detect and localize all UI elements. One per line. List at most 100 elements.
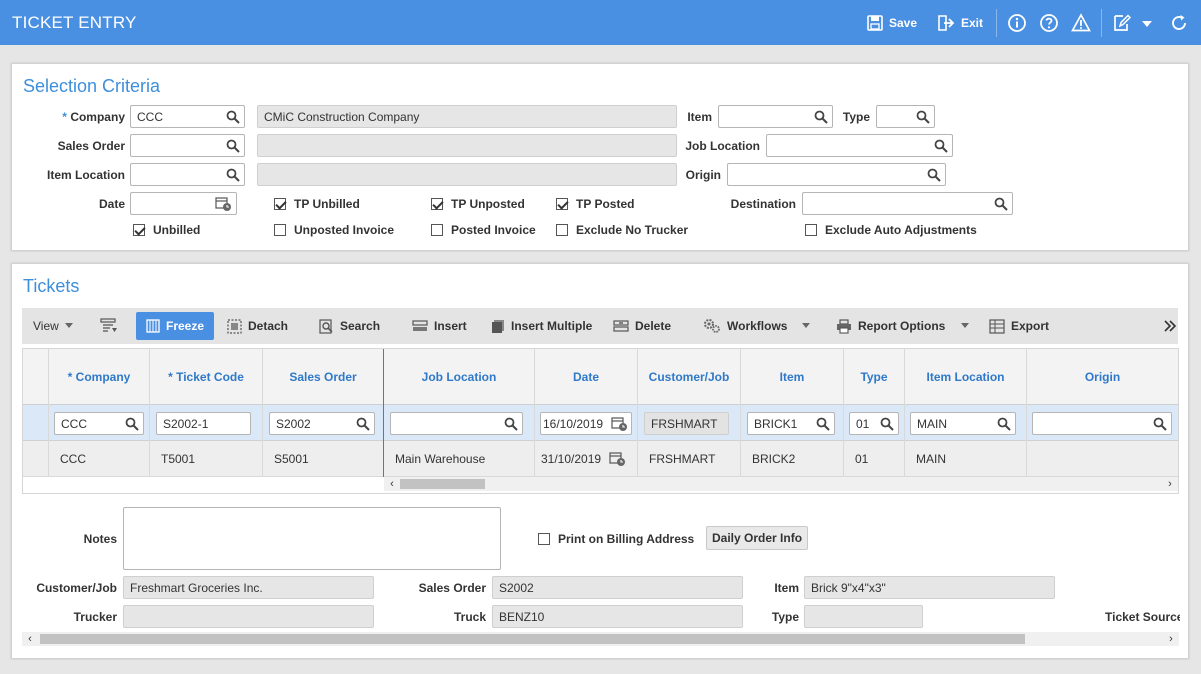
table-row[interactable]: CCC S2002-1 S2002 16/10/2019 FRSHMART BR… — [23, 405, 1178, 441]
view-menu[interactable]: View — [33, 317, 80, 335]
freeze-icon — [146, 319, 160, 333]
job-location-cell-input[interactable] — [390, 412, 523, 435]
unposted-invoice-checkbox[interactable]: Unposted Invoice — [274, 223, 394, 237]
calendar-icon[interactable] — [611, 416, 628, 432]
scroll-left-arrow-icon[interactable]: ‹ — [386, 477, 398, 491]
destination-input[interactable] — [802, 192, 1013, 215]
item-label: Item — [687, 110, 712, 124]
detail-type-field — [804, 605, 923, 628]
row-selector[interactable] — [23, 441, 49, 477]
workflows-menu[interactable]: Workflows — [703, 317, 817, 335]
selection-criteria-title: Selection Criteria — [23, 76, 161, 96]
posted-invoice-checkbox[interactable]: Posted Invoice — [431, 223, 536, 237]
trucker-field — [123, 605, 374, 628]
type-label: Type — [842, 110, 870, 124]
item-input[interactable] — [718, 105, 833, 128]
grid-horizontal-scrollbar[interactable]: ‹ › — [384, 477, 1178, 491]
column-header-item[interactable]: Item — [741, 349, 844, 405]
column-header-date[interactable]: Date — [535, 349, 638, 405]
edit-icon[interactable] — [1112, 13, 1132, 33]
column-header-customer-job[interactable]: Customer/Job — [638, 349, 741, 405]
save-button[interactable]: Save — [867, 13, 917, 33]
print-on-billing-address-checkbox[interactable]: Print on Billing Address — [538, 532, 694, 546]
search-icon[interactable] — [356, 417, 370, 431]
column-header-company[interactable]: * Company — [49, 349, 150, 405]
job-location-input[interactable] — [766, 134, 953, 157]
company-cell-input[interactable]: CCC — [54, 412, 144, 435]
export-button[interactable]: Export — [989, 317, 1049, 335]
info-icon[interactable] — [1007, 13, 1027, 33]
row-selector[interactable] — [23, 405, 49, 441]
search-icon[interactable] — [997, 417, 1011, 431]
sales-order-cell-input[interactable]: S2002 — [269, 412, 375, 435]
search-icon[interactable] — [226, 110, 240, 124]
row-selector-header — [23, 349, 49, 405]
help-icon[interactable] — [1039, 13, 1059, 33]
scrollbar-thumb[interactable] — [40, 634, 1025, 644]
search-button[interactable]: Search — [319, 317, 380, 335]
notes-textarea[interactable] — [123, 507, 501, 570]
search-icon[interactable] — [814, 110, 828, 124]
search-icon[interactable] — [880, 417, 894, 431]
scrollbar-thumb[interactable] — [400, 479, 485, 489]
column-header-job-location[interactable]: Job Location — [384, 349, 535, 405]
search-icon[interactable] — [226, 139, 240, 153]
overflow-chevron-icon[interactable] — [1163, 320, 1177, 332]
column-settings-icon[interactable] — [100, 318, 118, 334]
sales-order-input[interactable] — [130, 134, 245, 157]
exclude-no-trucker-checkbox[interactable]: Exclude No Trucker — [556, 223, 688, 237]
type-cell-input[interactable]: 01 — [849, 412, 899, 435]
date-cell-input[interactable]: 16/10/2019 — [540, 412, 632, 435]
search-icon[interactable] — [816, 417, 830, 431]
exclude-auto-adjustments-checkbox[interactable]: Exclude Auto Adjustments — [805, 223, 977, 237]
freeze-divider — [383, 349, 384, 477]
chevron-down-icon[interactable] — [1140, 13, 1154, 33]
search-icon[interactable] — [1153, 417, 1167, 431]
unbilled-checkbox[interactable]: Unbilled — [133, 223, 200, 237]
search-icon[interactable] — [125, 417, 139, 431]
calendar-icon[interactable] — [215, 196, 232, 212]
scroll-right-arrow-icon[interactable]: › — [1164, 477, 1176, 491]
form-horizontal-scrollbar[interactable]: ‹ › — [22, 632, 1179, 646]
tp-unposted-checkbox[interactable]: TP Unposted — [431, 197, 525, 211]
insert-button[interactable]: Insert — [412, 317, 467, 335]
search-icon[interactable] — [927, 168, 941, 182]
item-location-cell-input[interactable]: MAIN — [910, 412, 1016, 435]
warning-icon[interactable] — [1071, 13, 1091, 33]
search-icon[interactable] — [504, 417, 518, 431]
column-header-type[interactable]: Type — [844, 349, 905, 405]
daily-order-info-button[interactable]: Daily Order Info — [706, 526, 809, 550]
ticket-source-label: Ticket Source — [1105, 610, 1180, 624]
scroll-right-arrow-icon[interactable]: › — [1165, 632, 1177, 646]
origin-cell-input[interactable] — [1032, 412, 1172, 435]
search-icon[interactable] — [916, 110, 930, 124]
ticket-code-cell-input[interactable]: S2002-1 — [156, 412, 251, 435]
cell-sales-order: S5001 — [263, 441, 384, 477]
search-icon[interactable] — [994, 197, 1008, 211]
insert-multiple-button[interactable]: Insert Multiple — [491, 317, 592, 335]
search-icon[interactable] — [934, 139, 948, 153]
tp-unbilled-checkbox[interactable]: TP Unbilled — [274, 197, 360, 211]
column-header-sales-order[interactable]: Sales Order — [263, 349, 384, 405]
column-header-item-location[interactable]: Item Location — [905, 349, 1027, 405]
freeze-button[interactable]: Freeze — [136, 312, 215, 340]
date-input[interactable] — [130, 192, 237, 215]
refresh-icon[interactable] — [1169, 13, 1189, 33]
scroll-left-arrow-icon[interactable]: ‹ — [24, 632, 36, 646]
item-cell-input[interactable]: BRICK1 — [747, 412, 835, 435]
report-options-menu[interactable]: Report Options — [836, 317, 976, 335]
origin-input[interactable] — [727, 163, 946, 186]
column-header-ticket-code[interactable]: * Ticket Code — [150, 349, 263, 405]
item-location-input[interactable] — [130, 163, 245, 186]
company-input[interactable]: CCC — [130, 105, 245, 128]
exit-button[interactable]: Exit — [937, 13, 983, 33]
delete-button[interactable]: Delete — [613, 317, 671, 335]
table-row[interactable]: CCC T5001 S5001 Main Warehouse 31/10/201… — [23, 441, 1178, 477]
search-icon — [319, 318, 333, 334]
type-input[interactable] — [876, 105, 935, 128]
column-header-origin[interactable]: Origin — [1027, 349, 1178, 405]
search-icon[interactable] — [226, 168, 240, 182]
tp-posted-checkbox[interactable]: TP Posted — [556, 197, 634, 211]
calendar-icon[interactable] — [609, 451, 626, 467]
detach-button[interactable]: Detach — [227, 317, 288, 335]
